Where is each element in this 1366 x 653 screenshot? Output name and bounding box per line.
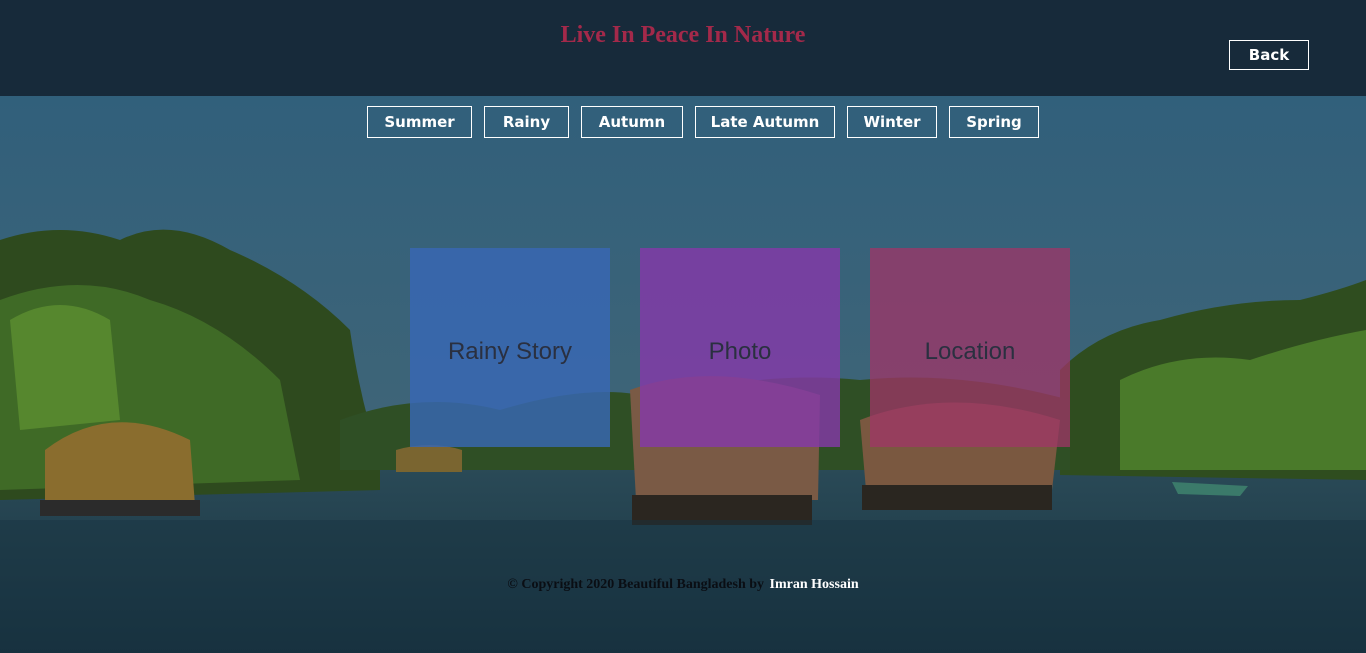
photo-card[interactable]: Photo [640,248,840,447]
season-nav: Summer Rainy Autumn Late Autumn Winter S… [0,106,1366,138]
season-summer-button[interactable]: Summer [367,106,472,138]
site-title: Live In Peace In Nature [560,22,806,48]
season-rainy-button[interactable]: Rainy [484,106,569,138]
author-link[interactable]: Imran Hossain [770,577,859,592]
header-bar: Live In Peace In Nature Back [0,0,1366,96]
season-winter-button[interactable]: Winter [847,106,937,138]
rainy-story-card[interactable]: Rainy Story [410,248,610,447]
location-card[interactable]: Location [870,248,1070,447]
back-button[interactable]: Back [1229,40,1309,70]
card-label: Photo [708,337,772,365]
copyright-text: © Copyright 2020 Beautiful Bangladesh by [507,577,765,592]
footer-copyright: © Copyright 2020 Beautiful Bangladesh by… [0,577,1366,593]
season-late-autumn-button[interactable]: Late Autumn [695,106,835,138]
card-label: Location [924,337,1016,365]
season-autumn-button[interactable]: Autumn [581,106,683,138]
card-label: Rainy Story [447,337,573,365]
season-spring-button[interactable]: Spring [949,106,1039,138]
